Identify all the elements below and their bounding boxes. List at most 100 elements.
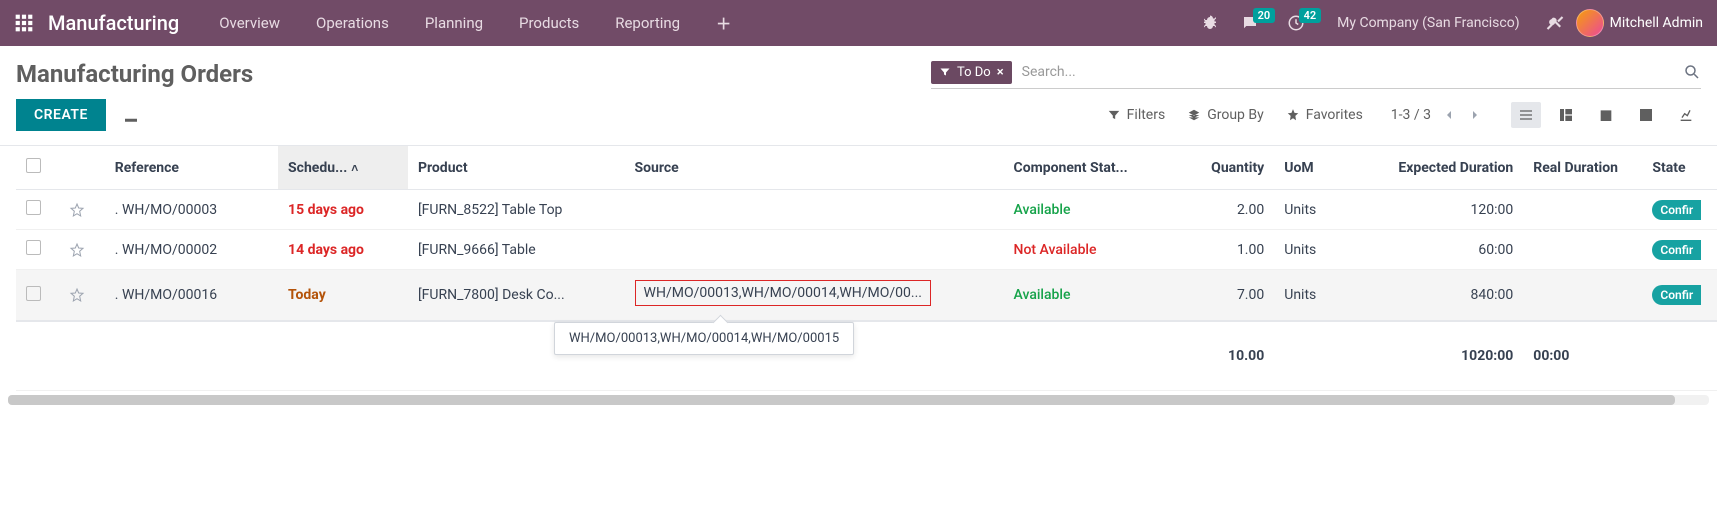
apps-icon[interactable] <box>14 13 34 33</box>
import-icon[interactable] <box>122 106 140 124</box>
cell-quantity: 2.00 <box>1177 190 1274 230</box>
cell-reference: . WH/MO/00002 <box>105 230 278 270</box>
groupby-label: Group By <box>1207 107 1264 123</box>
table-row[interactable]: . WH/MO/00002 14 days ago [FURN_9666] Ta… <box>16 230 1717 270</box>
col-reference[interactable]: Reference <box>105 146 278 190</box>
nav-reporting[interactable]: Reporting <box>601 8 694 38</box>
filters-label: Filters <box>1127 107 1166 123</box>
source-tooltip: WH/MO/00013,WH/MO/00014,WH/MO/00015 <box>554 322 854 355</box>
col-expected[interactable]: Expected Duration <box>1361 146 1523 190</box>
col-component[interactable]: Component Stat... <box>1004 146 1177 190</box>
cell-real <box>1523 230 1642 270</box>
source-highlighted: WH/MO/00013,WH/MO/00014,WH/MO/00... <box>635 280 931 306</box>
search-filter-tag[interactable]: To Do × <box>931 61 1012 84</box>
filters-button[interactable]: Filters <box>1107 107 1166 123</box>
filter-tag-remove[interactable]: × <box>997 65 1004 80</box>
search-bar[interactable]: To Do × <box>931 60 1701 89</box>
nav-add[interactable]: ＋ <box>702 7 745 40</box>
row-checkbox[interactable] <box>26 240 41 255</box>
favorites-button[interactable]: Favorites <box>1286 107 1363 123</box>
filter-tag-label: To Do <box>957 65 991 80</box>
messages-badge: 20 <box>1253 8 1276 23</box>
cell-expected: 120:00 <box>1361 190 1523 230</box>
filter-icon <box>939 66 951 78</box>
cell-component: Not Available <box>1004 230 1177 270</box>
total-real: 00:00 <box>1523 321 1642 391</box>
sort-asc-icon: ˄ <box>351 161 358 175</box>
cell-scheduled: Today <box>278 270 408 322</box>
cell-real <box>1523 270 1642 322</box>
cell-source <box>625 190 1004 230</box>
cell-scheduled: 15 days ago <box>278 190 408 230</box>
totals-row: 10.00 1020:00 00:00 <box>16 321 1717 391</box>
view-pivot[interactable] <box>1631 102 1661 128</box>
state-badge: Confir <box>1652 200 1701 220</box>
col-state[interactable]: State <box>1642 146 1717 190</box>
groupby-button[interactable]: Group By <box>1187 107 1264 123</box>
table-row[interactable]: . WH/MO/00003 15 days ago [FURN_8522] Ta… <box>16 190 1717 230</box>
star-icon[interactable] <box>69 242 85 258</box>
nav-operations[interactable]: Operations <box>302 8 403 38</box>
messages-button[interactable]: 20 <box>1237 14 1263 32</box>
view-list[interactable] <box>1511 102 1541 128</box>
app-brand[interactable]: Manufacturing <box>48 11 179 35</box>
cell-uom: Units <box>1274 190 1361 230</box>
view-calendar[interactable] <box>1591 102 1621 128</box>
top-bar: Manufacturing Overview Operations Planni… <box>0 0 1717 46</box>
col-source[interactable]: Source <box>625 146 1004 190</box>
cell-quantity: 7.00 <box>1177 270 1274 322</box>
nav-products[interactable]: Products <box>505 8 593 38</box>
cell-scheduled: 14 days ago <box>278 230 408 270</box>
cell-product: [FURN_7800] Desk Co... <box>408 270 625 322</box>
table-row[interactable]: . WH/MO/00016 Today [FURN_7800] Desk Co.… <box>16 270 1717 322</box>
cell-state: Confir <box>1642 230 1717 270</box>
cell-source <box>625 230 1004 270</box>
debug-icon[interactable] <box>1201 14 1219 32</box>
star-icon <box>1286 108 1300 122</box>
user-menu[interactable]: Mitchell Admin <box>1576 9 1703 37</box>
orders-table: Reference Schedu...˄ Product Source Comp… <box>16 146 1717 391</box>
cell-real <box>1523 190 1642 230</box>
cell-quantity: 1.00 <box>1177 230 1274 270</box>
search-icon[interactable] <box>1683 63 1701 81</box>
avatar <box>1576 9 1604 37</box>
cell-expected: 60:00 <box>1361 230 1523 270</box>
cell-expected: 840:00 <box>1361 270 1523 322</box>
tools-icon[interactable] <box>1546 14 1564 32</box>
nav-planning[interactable]: Planning <box>411 8 497 38</box>
cell-reference: . WH/MO/00003 <box>105 190 278 230</box>
cell-uom: Units <box>1274 230 1361 270</box>
horizontal-scrollbar[interactable] <box>8 395 1709 405</box>
scrollbar-thumb[interactable] <box>8 395 1675 405</box>
layers-icon <box>1187 108 1201 122</box>
favorites-label: Favorites <box>1306 107 1363 123</box>
view-kanban[interactable] <box>1551 102 1581 128</box>
view-switcher <box>1511 102 1701 128</box>
star-icon[interactable] <box>69 202 85 218</box>
select-all-checkbox[interactable] <box>26 158 41 173</box>
total-quantity: 10.00 <box>1177 321 1274 391</box>
state-badge: Confir <box>1652 285 1701 305</box>
col-uom[interactable]: UoM <box>1274 146 1361 190</box>
nav-overview[interactable]: Overview <box>205 8 294 38</box>
col-quantity[interactable]: Quantity <box>1177 146 1274 190</box>
star-icon[interactable] <box>69 287 85 303</box>
pager-prev[interactable] <box>1441 107 1457 123</box>
page-title: Manufacturing Orders <box>16 60 253 88</box>
company-switcher[interactable]: My Company (San Francisco) <box>1337 15 1519 31</box>
col-product[interactable]: Product <box>408 146 625 190</box>
state-badge: Confir <box>1652 240 1701 260</box>
col-scheduled[interactable]: Schedu...˄ <box>278 146 408 190</box>
activities-badge: 42 <box>1299 8 1322 23</box>
row-checkbox[interactable] <box>26 286 41 301</box>
pager-text: 1-3 / 3 <box>1391 107 1431 123</box>
row-checkbox[interactable] <box>26 200 41 215</box>
cell-component: Available <box>1004 270 1177 322</box>
pager-next[interactable] <box>1467 107 1483 123</box>
create-button[interactable]: CREATE <box>16 99 106 131</box>
cell-state: Confir <box>1642 190 1717 230</box>
view-graph[interactable] <box>1671 102 1701 128</box>
col-real[interactable]: Real Duration <box>1523 146 1642 190</box>
activities-button[interactable]: 42 <box>1283 14 1309 32</box>
search-input[interactable] <box>1012 60 1683 84</box>
